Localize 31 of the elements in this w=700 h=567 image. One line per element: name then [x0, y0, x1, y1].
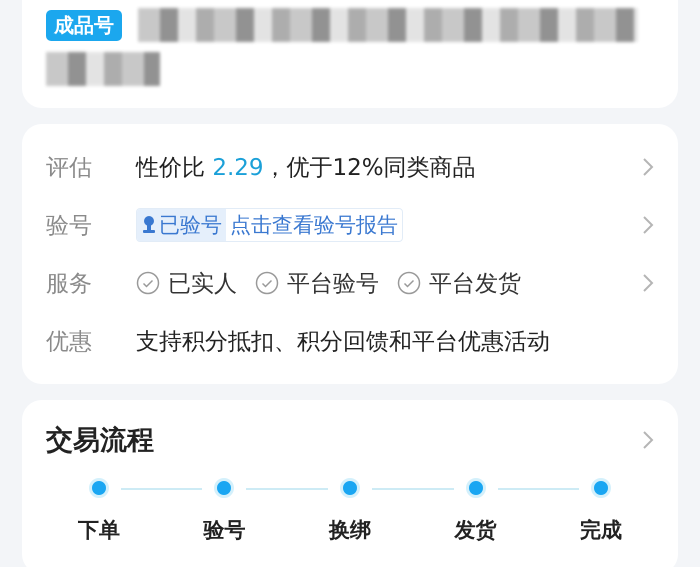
section-title: 交易流程 — [46, 424, 154, 458]
promotion-text: 支持积分抵扣、积分回馈和平台优惠活动 — [136, 328, 550, 356]
step-label: 验号 — [203, 517, 246, 544]
step-dot — [591, 478, 612, 498]
chevron-icon — [642, 273, 654, 293]
step-dot — [88, 478, 109, 498]
row-label: 服务 — [46, 270, 93, 298]
service-label: 已实人 — [168, 270, 237, 298]
chevron-icon — [642, 215, 654, 235]
service-label: 平台验号 — [287, 270, 379, 298]
step-dot — [214, 478, 234, 498]
verified-tag: 已验号 — [137, 209, 226, 241]
step-label: 完成 — [580, 517, 622, 544]
person-icon — [141, 215, 157, 235]
chevron-icon — [642, 157, 654, 177]
row-label: 验号 — [46, 212, 93, 240]
row-label: 评估 — [46, 154, 93, 182]
check-circle-icon — [397, 271, 421, 295]
service-label: 平台发货 — [429, 270, 521, 298]
rating-text: 性价比 2.29，优于12%同类商品 — [136, 154, 476, 182]
row-label: 优惠 — [46, 328, 93, 356]
step-dot — [340, 478, 360, 498]
product-badge: 成品号 — [46, 10, 122, 40]
check-circle-icon — [136, 271, 160, 295]
step-label: 下单 — [78, 517, 120, 544]
check-circle-icon — [255, 271, 279, 295]
step-label: 换绑 — [328, 517, 371, 544]
report-link[interactable]: 点击查看验号报告 — [226, 209, 402, 241]
step-label: 发货 — [454, 517, 497, 544]
step-dot — [466, 478, 486, 498]
chevron-icon — [642, 430, 654, 450]
